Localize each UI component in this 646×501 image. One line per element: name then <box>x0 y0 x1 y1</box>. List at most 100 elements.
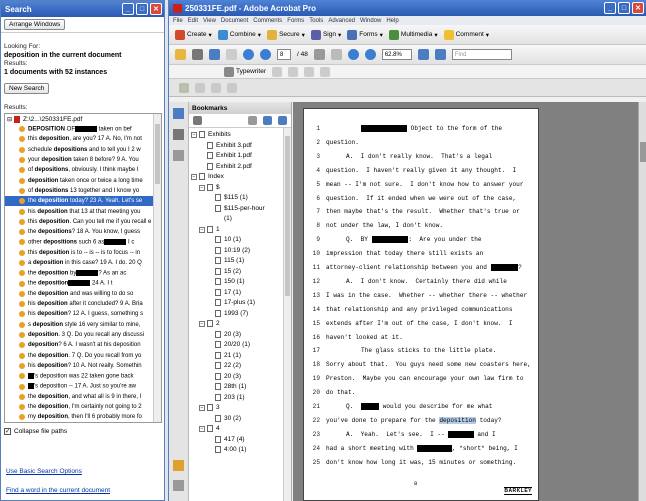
menu-forms[interactable]: Forms <box>287 18 304 24</box>
result-row[interactable]: schedule depositions and to tell you I 2… <box>5 145 161 155</box>
menu-window[interactable]: Window <box>360 18 381 24</box>
document-scrollbar[interactable] <box>638 102 646 501</box>
result-row[interactable]: other depositions such 6 as I c <box>5 237 161 247</box>
bookmark-item[interactable]: 10 (1) <box>191 235 291 246</box>
result-row[interactable]: his deposition after it concluded? 9 A. … <box>5 299 161 309</box>
bookmark-item[interactable]: 22 (2) <box>191 361 291 372</box>
bookmark-item[interactable]: 1993 (7) <box>191 309 291 320</box>
bookmark-item[interactable]: 28th (1) <box>191 382 291 393</box>
bookmark-item[interactable]: (1) <box>191 214 291 225</box>
result-row[interactable]: deposition taken once or twice a long ti… <box>5 175 161 185</box>
text-smaller-icon[interactable] <box>287 66 298 77</box>
menu-tools[interactable]: Tools <box>309 18 323 24</box>
pages-panel-icon[interactable] <box>173 129 184 140</box>
zoom-in-icon[interactable] <box>364 49 376 60</box>
menu-document[interactable]: Document <box>221 18 248 24</box>
result-row[interactable]: the deposition 24 A. I t <box>5 278 161 288</box>
combine-button[interactable]: Combine ▾ <box>217 29 261 40</box>
bookmark-item[interactable]: −1 <box>191 225 291 236</box>
result-row[interactable]: a deposition in this case? 19 A. I do. 2… <box>5 258 161 268</box>
bookmarks-scrollbar[interactable] <box>283 128 291 501</box>
sign-button[interactable]: Sign ▾ <box>310 29 341 40</box>
comment-button[interactable]: Comment ▾ <box>443 29 489 40</box>
arrange-windows-button[interactable]: Arrange Windows <box>4 19 66 30</box>
bookmark-item[interactable]: 30 (2) <box>191 414 291 425</box>
delete-bookmark-icon[interactable] <box>248 116 257 125</box>
bookmark-collapse-icon[interactable]: − <box>191 174 197 180</box>
next-page-icon[interactable] <box>260 49 271 60</box>
zoom-select[interactable]: 62.8% <box>381 49 412 60</box>
result-row[interactable]: 's deposition -- 17 A. Just so you're aw <box>5 381 161 391</box>
menu-view[interactable]: View <box>203 18 216 24</box>
result-row[interactable]: this deposition. Can you tell me if you … <box>5 217 161 227</box>
text-size-icon[interactable] <box>271 66 282 77</box>
line-spacing-icon[interactable] <box>303 66 314 77</box>
find-input[interactable]: Find <box>451 49 512 60</box>
prev-page-icon[interactable] <box>243 49 254 60</box>
menu-advanced[interactable]: Advanced <box>328 18 355 24</box>
minimize-icon[interactable]: _ <box>122 3 134 15</box>
typewriter-button[interactable]: Typewriter <box>224 66 266 77</box>
menu-file[interactable]: File <box>173 18 183 24</box>
highlight-icon[interactable] <box>195 82 205 93</box>
bookmarks-panel-icon[interactable] <box>173 108 184 119</box>
bookmark-item[interactable]: − $ <box>191 183 291 194</box>
acrobat-maximize-icon[interactable]: □ <box>618 2 630 14</box>
bookmark-item[interactable]: 17-plus (1) <box>191 298 291 309</box>
bookmark-item[interactable]: 203 (1) <box>191 393 291 404</box>
document-scroll-thumb[interactable] <box>640 142 646 162</box>
attachments-panel-icon[interactable] <box>173 480 184 491</box>
results-scroll-thumb[interactable] <box>155 124 160 184</box>
bookmark-item[interactable]: −2 <box>191 319 291 330</box>
result-row[interactable]: of depositions, obviously. I think maybe… <box>5 165 161 175</box>
new-bookmark-icon[interactable] <box>263 116 272 125</box>
result-row[interactable]: s deposition style 16 very similar to mi… <box>5 320 161 330</box>
bookmark-collapse-icon[interactable]: − <box>191 132 197 138</box>
bookmark-item[interactable]: 150 (1) <box>191 277 291 288</box>
result-row[interactable]: your deposition taken 8 before? 9 A. You <box>5 155 161 165</box>
maximize-icon[interactable]: □ <box>136 3 148 15</box>
basic-search-options-link[interactable]: Use Basic Search Options <box>6 468 82 475</box>
forms-button[interactable]: Forms ▾ <box>347 29 383 40</box>
zoom-out-icon[interactable] <box>347 49 359 60</box>
acrobat-minimize-icon[interactable]: _ <box>604 2 616 14</box>
save-icon[interactable] <box>209 49 220 60</box>
bookmark-collapse-icon[interactable]: − <box>199 405 205 411</box>
bookmarks-scroll-thumb[interactable] <box>285 136 290 296</box>
bookmark-item[interactable]: 20 (3) <box>191 372 291 383</box>
result-row[interactable]: 's deposition was 22 taken gone back <box>5 371 161 381</box>
bookmark-item[interactable]: 15 (2) <box>191 267 291 278</box>
results-list[interactable]: ⊟ Z:\2...\250331FE.pdf DEPOSITION OF tak… <box>4 113 162 423</box>
fit-width-icon[interactable] <box>434 49 446 60</box>
result-row[interactable]: his deposition? 12 A. I guess, something… <box>5 309 161 319</box>
bookmark-item[interactable]: Exhibit 3.pdf <box>191 141 291 152</box>
email-icon[interactable] <box>226 49 237 60</box>
bookmark-collapse-icon[interactable]: − <box>199 426 205 432</box>
result-row[interactable]: the depositions? 18 A. You know, I guess <box>5 227 161 237</box>
signatures-panel-icon[interactable] <box>173 150 184 161</box>
multimedia-button[interactable]: Multimedia ▾ <box>388 29 438 40</box>
results-scrollbar[interactable] <box>153 114 161 422</box>
bookmark-item[interactable]: Exhibit 1.pdf <box>191 151 291 162</box>
bookmark-item[interactable]: 417 (4) <box>191 435 291 446</box>
hand-tool-icon[interactable] <box>330 49 342 60</box>
expand-bookmark-icon[interactable] <box>278 116 287 125</box>
open-folder-icon[interactable] <box>175 49 186 60</box>
bookmark-item[interactable]: 4:00 (1) <box>191 445 291 456</box>
bookmark-collapse-icon[interactable]: − <box>199 226 205 233</box>
menu-help[interactable]: Help <box>386 18 398 24</box>
collapse-toggle-icon[interactable]: ⊟ <box>7 116 12 123</box>
bookmark-item[interactable]: 10:19 (2) <box>191 246 291 257</box>
bookmark-item[interactable]: $115-per-hour <box>191 204 291 215</box>
attach-icon[interactable] <box>211 82 221 93</box>
bookmark-collapse-icon[interactable]: − <box>199 321 205 327</box>
bookmark-item[interactable]: − Index <box>191 172 291 183</box>
bookmark-item[interactable]: 115 (1) <box>191 256 291 267</box>
bookmark-item[interactable]: 17 (1) <box>191 288 291 299</box>
select-tool-icon[interactable] <box>313 49 325 60</box>
color-picker-icon[interactable] <box>319 66 330 77</box>
secure-button[interactable]: Secure ▾ <box>267 29 305 40</box>
find-word-link[interactable]: Find a word in the current document <box>6 487 110 494</box>
collapse-paths-row[interactable]: ✓ Collapse file paths <box>4 428 67 435</box>
result-row[interactable]: of depositions 13 together and I know yo <box>5 186 161 196</box>
